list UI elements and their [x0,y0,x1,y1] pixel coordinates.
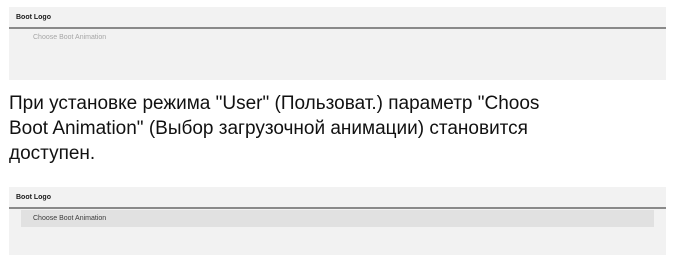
boot-logo-panel-disabled: Boot Logo Choose Boot Animation [9,7,666,80]
boot-logo-header: Boot Logo [9,187,666,209]
boot-logo-panel-enabled: Boot Logo Choose Boot Animation [9,187,666,255]
choose-boot-animation-item-enabled[interactable]: Choose Boot Animation [21,210,654,227]
description-line-3: доступен. [9,143,96,164]
boot-logo-header: Boot Logo [9,7,666,29]
choose-boot-animation-item-disabled: Choose Boot Animation [33,34,107,41]
description-line-2: Boot Animation" (Выбор загрузочной анима… [9,118,528,139]
description-text: При установке режима "User" (Пользоват.)… [9,91,671,166]
description-line-1: При установке режима "User" (Пользоват.)… [9,93,540,114]
